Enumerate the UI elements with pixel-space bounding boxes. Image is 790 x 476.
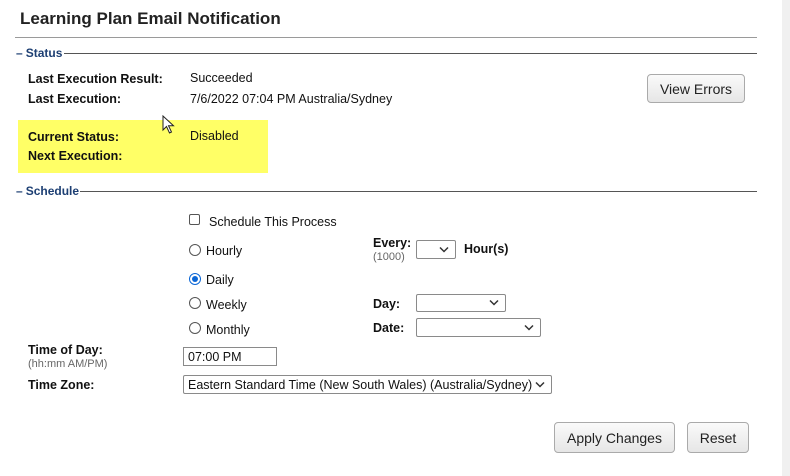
time-of-day-input[interactable]: 07:00 PM bbox=[183, 347, 277, 366]
status-divider bbox=[64, 53, 757, 54]
title-divider bbox=[15, 37, 757, 38]
every-hours-select[interactable] bbox=[416, 240, 456, 259]
day-select[interactable] bbox=[416, 294, 506, 312]
every-hint: (1000) bbox=[373, 251, 405, 263]
time-of-day-hint: (hh:mm AM/PM) bbox=[28, 358, 108, 370]
last-execution-value: 7/6/2022 07:04 PM Australia/Sydney bbox=[190, 92, 393, 106]
day-label: Day: bbox=[373, 297, 401, 311]
last-result-label: Last Execution Result: bbox=[28, 72, 163, 86]
last-execution-label: Last Execution: bbox=[28, 92, 122, 106]
view-errors-button[interactable]: View Errors bbox=[647, 74, 745, 103]
chevron-down-icon bbox=[489, 299, 499, 306]
daily-radio[interactable] bbox=[189, 273, 201, 285]
schedule-divider bbox=[80, 191, 757, 192]
time-zone-label: Time Zone: bbox=[28, 378, 95, 392]
monthly-label: Monthly bbox=[206, 323, 250, 337]
page-title: Learning Plan Email Notification bbox=[20, 9, 281, 28]
hourly-radio[interactable] bbox=[189, 244, 201, 256]
hourly-label: Hourly bbox=[206, 244, 243, 258]
schedule-legend: – Schedule bbox=[16, 184, 80, 198]
date-label: Date: bbox=[373, 321, 405, 335]
reset-button[interactable]: Reset bbox=[687, 422, 749, 453]
apply-changes-button[interactable]: Apply Changes bbox=[554, 422, 675, 453]
date-select[interactable] bbox=[416, 318, 541, 337]
current-status-highlight bbox=[18, 120, 268, 173]
weekly-label: Weekly bbox=[206, 298, 247, 312]
chevron-down-icon bbox=[439, 246, 449, 253]
chevron-down-icon bbox=[524, 324, 534, 331]
time-zone-select[interactable]: Eastern Standard Time (New South Wales) … bbox=[183, 375, 552, 394]
hours-label: Hour(s) bbox=[464, 242, 509, 256]
last-result-value: Succeeded bbox=[190, 71, 253, 85]
next-execution-label: Next Execution: bbox=[28, 149, 123, 163]
every-label: Every: bbox=[373, 236, 412, 250]
schedule-process-label: Schedule This Process bbox=[209, 215, 337, 229]
current-status-label: Current Status: bbox=[28, 130, 119, 144]
chevron-down-icon bbox=[535, 381, 545, 388]
daily-label: Daily bbox=[206, 273, 234, 287]
monthly-radio[interactable] bbox=[189, 322, 201, 334]
status-legend: – Status bbox=[16, 46, 63, 60]
schedule-process-checkbox[interactable] bbox=[189, 214, 200, 225]
mouse-cursor-icon bbox=[162, 115, 175, 134]
time-zone-value: Eastern Standard Time (New South Wales) … bbox=[188, 377, 533, 392]
scrollbar[interactable] bbox=[782, 0, 790, 476]
weekly-radio[interactable] bbox=[189, 297, 201, 309]
current-status-value: Disabled bbox=[190, 129, 239, 143]
time-of-day-label: Time of Day: bbox=[28, 343, 103, 357]
